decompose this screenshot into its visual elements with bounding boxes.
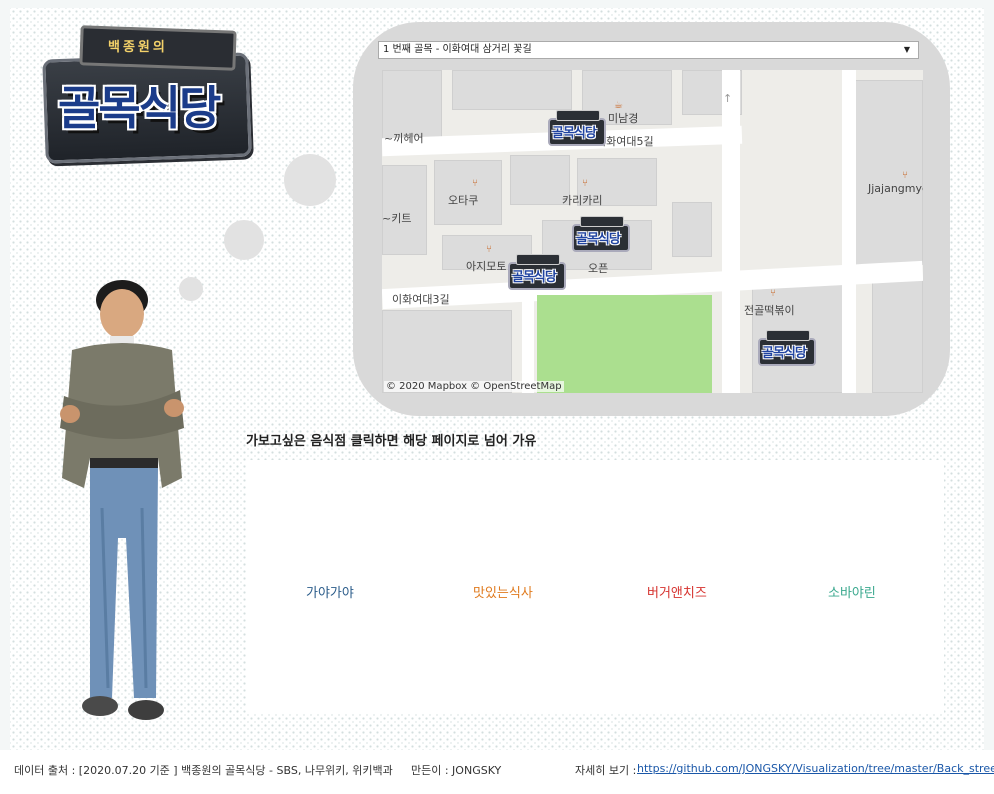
- detail-label: 자세히 보기 :: [575, 764, 637, 777]
- detail-link-wrapper: https://github.com/JONGSKY/Visualization…: [637, 762, 994, 775]
- footer: 데이터 출처 : [2020.07.20 기준 ] 백종원의 골목식당 - SB…: [0, 750, 994, 794]
- dropdown-arrow-icon[interactable]: ▼: [904, 42, 910, 58]
- alley-restaurant-marker[interactable]: 골목식당: [548, 110, 606, 146]
- map-block: [852, 80, 923, 265]
- map-block: [872, 280, 923, 393]
- github-link[interactable]: https://github.com/JONGSKY/Visualization…: [637, 762, 994, 775]
- dashboard-background: 백종원의 골목식당 1 번째 골목 - 이화여대 삼거리 꽃길 ▼ 이화여대5길…: [10, 8, 984, 750]
- dropdown-selected-value: 1 번째 골목 - 이화여대 삼거리 꽃길: [383, 44, 532, 55]
- place-label: 전골떡볶이: [744, 304, 795, 317]
- alley-restaurant-marker[interactable]: 골목식당: [508, 254, 566, 290]
- data-source-text: 데이터 출처 : [2020.07.20 기준 ] 백종원의 골목식당 - SB…: [14, 764, 393, 777]
- show-logo: 백종원의 골목식당: [42, 25, 252, 166]
- cafe-icon: ☕: [614, 100, 623, 111]
- thought-bubble-large: [284, 154, 336, 206]
- thought-bubble-medium: [224, 220, 264, 260]
- logo-title: 골목식당: [58, 81, 221, 135]
- place-label: 카리카리: [562, 194, 603, 207]
- restaurant-link-masitneun-siksa[interactable]: 맛있는식사: [473, 582, 533, 601]
- street-label-2: 이화여대3길: [392, 293, 450, 306]
- map-block: [452, 70, 572, 110]
- restaurant-link-sobayarin[interactable]: 소바야린: [828, 582, 876, 601]
- restaurant-icon: ⑂: [472, 178, 478, 189]
- place-label: ~키트: [382, 212, 412, 225]
- street-map[interactable]: 이화여대5길 이화여대3길 미남경 ~끼헤어 오타쿠 카리카리 Jjajangm…: [382, 70, 923, 393]
- place-label: 오타쿠: [448, 194, 479, 207]
- author-text: 만든이 : JONGSKY: [411, 764, 502, 777]
- restaurant-list: 가야가야 맛있는식사 버거앤치즈 소바야린: [247, 460, 944, 714]
- restaurant-icon: ⑂: [902, 170, 908, 181]
- map-road: [522, 295, 534, 393]
- restaurant-link-gayagaya[interactable]: 가야가야: [306, 582, 354, 601]
- map-park: [537, 295, 712, 393]
- chef-person-image: [60, 280, 184, 720]
- map-attribution[interactable]: © 2020 Mapbox © OpenStreetMap: [384, 381, 564, 392]
- restaurant-icon: ⑂: [486, 244, 492, 255]
- place-label: Jjajangmye: [868, 182, 923, 195]
- restaurant-link-burger-and-cheese[interactable]: 버거앤치즈: [647, 582, 707, 601]
- place-label: 오픈: [588, 262, 609, 275]
- alley-restaurant-marker[interactable]: 골목식당: [572, 216, 630, 252]
- restaurant-icon: ⑂: [582, 178, 588, 189]
- restaurant-icon: ⑂: [770, 288, 776, 299]
- alley-select-dropdown[interactable]: 1 번째 골목 - 이화여대 삼거리 꽃길 ▼: [378, 41, 919, 59]
- logo-subtitle: 백종원의: [108, 40, 168, 55]
- place-label: 미남경: [608, 112, 639, 125]
- place-label: ~끼헤어: [384, 132, 424, 145]
- place-label: 아지모토: [466, 260, 507, 273]
- map-road: [722, 70, 740, 393]
- one-way-arrow-icon: ↑: [723, 92, 733, 105]
- map-block: [510, 155, 570, 205]
- map-road: [842, 70, 856, 393]
- alley-restaurant-marker[interactable]: 골목식당: [758, 330, 816, 366]
- map-block: [672, 202, 712, 257]
- restaurant-section-title: 가보고싶은 음식점 클릭하면 해당 페이지로 넘어 가유: [246, 434, 537, 449]
